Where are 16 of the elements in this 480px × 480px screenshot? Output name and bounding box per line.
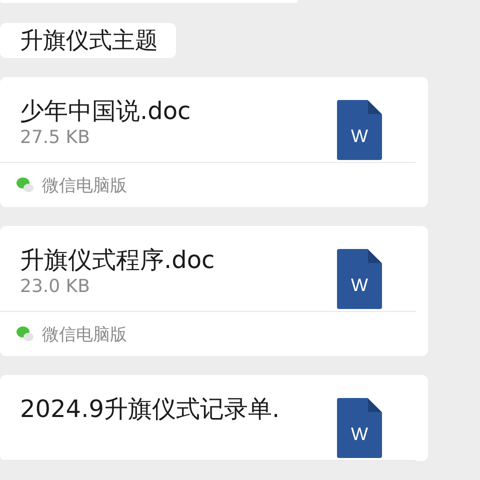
file-card[interactable]: 少年中国说.doc 27.5 KB W 微信电脑版 — [0, 77, 428, 207]
file-name: 少年中国说.doc — [20, 97, 191, 125]
file-name: 2024.9升旗仪式记录单. — [20, 395, 280, 423]
source-label: 微信电脑版 — [42, 324, 127, 346]
document-icon: W — [337, 398, 382, 458]
document-icon: W — [337, 100, 382, 160]
message-bubble[interactable]: 升旗仪式主题 — [0, 22, 176, 58]
file-size: 27.5 KB — [20, 126, 91, 150]
file-size: 23.0 KB — [20, 275, 91, 299]
file-name: 升旗仪式程序.doc — [20, 246, 215, 274]
chat-bubbles-icon — [16, 177, 34, 193]
source-label: 微信电脑版 — [42, 174, 127, 196]
file-card[interactable]: 2024.9升旗仪式记录单. W — [0, 375, 428, 461]
document-icon: W — [337, 249, 382, 309]
chat-bubbles-icon — [16, 326, 34, 342]
file-card[interactable]: 升旗仪式程序.doc 23.0 KB W 微信电脑版 — [0, 226, 428, 356]
